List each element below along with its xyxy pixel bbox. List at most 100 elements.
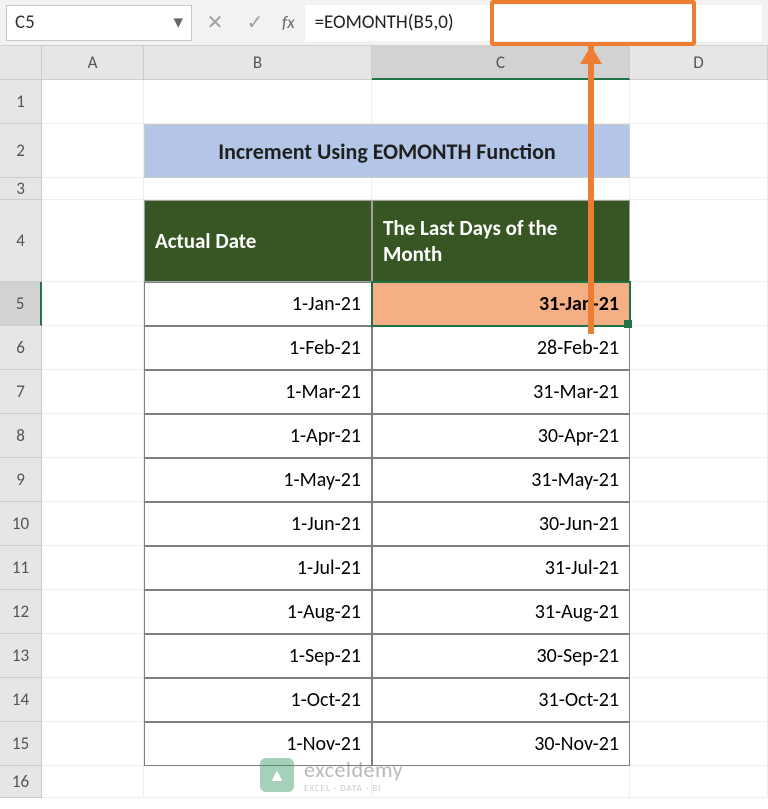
- cell[interactable]: [42, 458, 144, 502]
- table-cell[interactable]: 1-Feb-21: [144, 326, 372, 370]
- cell[interactable]: [42, 634, 144, 678]
- row-header[interactable]: 9: [0, 458, 42, 502]
- watermark-text: exceldemy EXCEL · DATA · BI: [304, 756, 403, 794]
- formula-input[interactable]: =EOMONTH(B5,0): [305, 5, 762, 41]
- cell[interactable]: [42, 80, 144, 124]
- cell[interactable]: [630, 414, 768, 458]
- cell[interactable]: [42, 722, 144, 766]
- watermark-logo-icon: ▲: [260, 758, 294, 792]
- cell[interactable]: [630, 326, 768, 370]
- table-header-actual-date[interactable]: Actual Date: [144, 200, 372, 282]
- callout-arrow: [588, 46, 596, 334]
- cell[interactable]: [42, 414, 144, 458]
- cell[interactable]: [630, 200, 768, 282]
- left-gutter: 1 2 3 4 5 6 7 8 9 10 11 12 13 14 15 16: [0, 46, 42, 809]
- column-headers: A B C D: [42, 46, 768, 80]
- cell[interactable]: [630, 766, 768, 798]
- th-label: The Last Days of the Month: [383, 215, 619, 268]
- cell[interactable]: [372, 766, 630, 798]
- table-cell[interactable]: 30-Nov-21: [372, 722, 630, 766]
- cell[interactable]: [42, 502, 144, 546]
- name-box[interactable]: C5 ▾: [6, 5, 192, 41]
- table-cell[interactable]: 1-Mar-21: [144, 370, 372, 414]
- row-header[interactable]: 8: [0, 414, 42, 458]
- cell[interactable]: [42, 766, 144, 798]
- cell[interactable]: [630, 458, 768, 502]
- table-cell[interactable]: 31-Aug-21: [372, 590, 630, 634]
- watermark-tagline: EXCEL · DATA · BI: [304, 783, 403, 794]
- table-cell[interactable]: 31-Mar-21: [372, 370, 630, 414]
- table-cell[interactable]: 1-Aug-21: [144, 590, 372, 634]
- cell[interactable]: [42, 546, 144, 590]
- select-all-corner[interactable]: [0, 46, 42, 80]
- table-cell[interactable]: 30-Jun-21: [372, 502, 630, 546]
- cell[interactable]: [42, 326, 144, 370]
- table-cell[interactable]: 31-Jul-21: [372, 546, 630, 590]
- formula-text: =EOMONTH(B5,0): [315, 11, 454, 34]
- cell[interactable]: [42, 590, 144, 634]
- chevron-down-icon[interactable]: ▾: [173, 11, 183, 34]
- cell[interactable]: [42, 124, 144, 178]
- row-header[interactable]: 16: [0, 766, 42, 798]
- cell[interactable]: [42, 678, 144, 722]
- cell[interactable]: [630, 124, 768, 178]
- table-cell[interactable]: 30-Apr-21: [372, 414, 630, 458]
- cell[interactable]: [630, 370, 768, 414]
- row-header[interactable]: 12: [0, 590, 42, 634]
- row-header[interactable]: 7: [0, 370, 42, 414]
- col-header[interactable]: B: [144, 46, 372, 80]
- col-header[interactable]: A: [42, 46, 144, 80]
- cancel-icon[interactable]: ✕: [198, 5, 232, 41]
- cell[interactable]: [630, 282, 768, 326]
- grid: A B C D Increment Using EOMONTH Function…: [42, 46, 768, 809]
- cell[interactable]: [42, 200, 144, 282]
- name-box-value: C5: [15, 11, 35, 34]
- row-header[interactable]: 11: [0, 546, 42, 590]
- cell[interactable]: [42, 178, 144, 200]
- th-label: Actual Date: [155, 228, 256, 254]
- cells-area[interactable]: Increment Using EOMONTH Function Actual …: [42, 80, 768, 798]
- fx-icon[interactable]: fx: [282, 12, 295, 33]
- table-cell[interactable]: 1-Jul-21: [144, 546, 372, 590]
- cell[interactable]: [630, 678, 768, 722]
- table-cell[interactable]: 1-May-21: [144, 458, 372, 502]
- table-cell[interactable]: 1-Apr-21: [144, 414, 372, 458]
- cell[interactable]: [630, 546, 768, 590]
- spreadsheet: 1 2 3 4 5 6 7 8 9 10 11 12 13 14 15 16 A…: [0, 46, 768, 809]
- row-header[interactable]: 6: [0, 326, 42, 370]
- table-cell[interactable]: 31-May-21: [372, 458, 630, 502]
- table-cell[interactable]: 1-Jun-21: [144, 502, 372, 546]
- formula-bar: C5 ▾ ✕ ✓ fx =EOMONTH(B5,0): [0, 0, 768, 46]
- title-text: Increment Using EOMONTH Function: [218, 138, 555, 165]
- cell[interactable]: [144, 178, 372, 200]
- row-header[interactable]: 4: [0, 200, 42, 282]
- row-header[interactable]: 3: [0, 178, 42, 200]
- cell[interactable]: [630, 634, 768, 678]
- table-cell[interactable]: 1-Sep-21: [144, 634, 372, 678]
- col-header[interactable]: D: [630, 46, 768, 80]
- cell[interactable]: [630, 502, 768, 546]
- cell[interactable]: [42, 370, 144, 414]
- table-cell[interactable]: 1-Jan-21: [144, 282, 372, 326]
- row-header[interactable]: 10: [0, 502, 42, 546]
- cell[interactable]: [630, 590, 768, 634]
- row-headers: 1 2 3 4 5 6 7 8 9 10 11 12 13 14 15 16: [0, 80, 42, 798]
- table-cell[interactable]: 1-Oct-21: [144, 678, 372, 722]
- table-cell[interactable]: 30-Sep-21: [372, 634, 630, 678]
- watermark-brand: exceldemy: [304, 756, 403, 783]
- cell[interactable]: [144, 80, 372, 124]
- cell[interactable]: [630, 80, 768, 124]
- row-header[interactable]: 14: [0, 678, 42, 722]
- title-cell[interactable]: Increment Using EOMONTH Function: [144, 124, 630, 178]
- watermark: ▲ exceldemy EXCEL · DATA · BI: [260, 756, 403, 794]
- row-header[interactable]: 1: [0, 80, 42, 124]
- table-cell[interactable]: 31-Oct-21: [372, 678, 630, 722]
- row-header[interactable]: 15: [0, 722, 42, 766]
- row-header[interactable]: 13: [0, 634, 42, 678]
- cell[interactable]: [630, 178, 768, 200]
- check-icon[interactable]: ✓: [238, 5, 272, 41]
- cell[interactable]: [630, 722, 768, 766]
- row-header[interactable]: 2: [0, 124, 42, 178]
- cell[interactable]: [42, 282, 144, 326]
- row-header-selected[interactable]: 5: [0, 282, 42, 326]
